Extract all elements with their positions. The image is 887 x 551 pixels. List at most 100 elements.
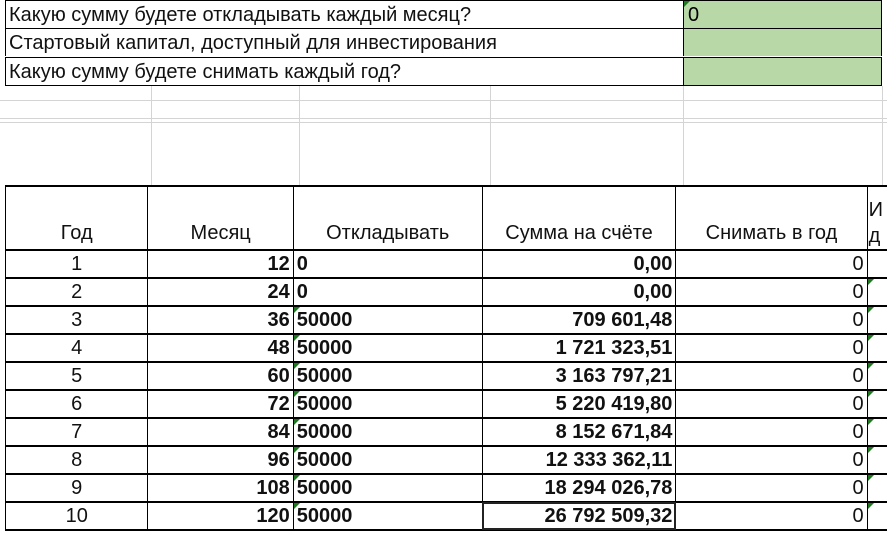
- withdraw-cell[interactable]: 0: [675, 445, 868, 475]
- yearly-withdrawal-cell[interactable]: [683, 57, 882, 86]
- year-cell[interactable]: 7: [4, 417, 149, 447]
- error-marker-icon: [294, 448, 300, 453]
- month-cell[interactable]: 96: [147, 445, 294, 475]
- header-year[interactable]: Год: [4, 185, 149, 251]
- table-row: 4 48 50000 1 721 323,51 0: [4, 333, 887, 363]
- save-cell[interactable]: 50000: [292, 417, 483, 447]
- table-row: 10 120 50000 26 792 509,32 0: [4, 501, 887, 531]
- next-cell[interactable]: [866, 333, 887, 363]
- balance-cell[interactable]: 0,00: [481, 277, 677, 307]
- monthly-savings-cell[interactable]: 0: [683, 0, 882, 28]
- gridline: [0, 118, 887, 119]
- month-cell[interactable]: 108: [147, 473, 294, 503]
- year-cell[interactable]: 9: [4, 473, 149, 503]
- header-withdraw[interactable]: Снимать в год: [675, 185, 868, 251]
- gridline: [0, 100, 887, 101]
- table-row: 3 36 50000 709 601,48 0: [4, 305, 887, 335]
- table-row: 5 60 50000 3 163 797,21 0: [4, 361, 887, 391]
- save-cell[interactable]: 0: [292, 249, 483, 279]
- table-row: 6 72 50000 5 220 419,80 0: [4, 389, 887, 419]
- error-marker-icon: [294, 420, 300, 425]
- save-cell[interactable]: 50000: [292, 473, 483, 503]
- gridline: [490, 86, 491, 186]
- year-cell[interactable]: 2: [4, 277, 149, 307]
- error-marker-icon: [684, 1, 690, 7]
- next-cell[interactable]: [866, 361, 887, 391]
- next-cell[interactable]: [866, 277, 887, 307]
- starting-capital-cell[interactable]: [683, 28, 882, 56]
- balance-cell[interactable]: 1 721 323,51: [481, 333, 677, 363]
- error-marker-icon: [868, 336, 874, 341]
- save-cell[interactable]: 0: [292, 277, 483, 307]
- month-cell[interactable]: 36: [147, 305, 294, 335]
- withdraw-cell[interactable]: 0: [675, 417, 868, 447]
- header-balance[interactable]: Сумма на счёте: [481, 185, 677, 251]
- balance-cell[interactable]: 3 163 797,21: [481, 361, 677, 391]
- error-marker-icon: [868, 364, 874, 369]
- balance-cell[interactable]: 8 152 671,84: [481, 417, 677, 447]
- next-cell[interactable]: [866, 501, 887, 531]
- withdraw-cell[interactable]: 0: [675, 389, 868, 419]
- year-cell[interactable]: 1: [4, 249, 149, 279]
- withdraw-cell[interactable]: 0: [675, 305, 868, 335]
- month-cell[interactable]: 72: [147, 389, 294, 419]
- header-row: Год Месяц Откладывать Сумма на счёте Сни…: [4, 185, 887, 251]
- withdraw-cell[interactable]: 0: [675, 361, 868, 391]
- save-cell[interactable]: 50000: [292, 305, 483, 335]
- year-cell[interactable]: 3: [4, 305, 149, 335]
- gridline: [0, 122, 887, 123]
- month-cell[interactable]: 24: [147, 277, 294, 307]
- question-starting-capital: Стартовый капитал, доступный для инвести…: [5, 28, 683, 56]
- gridline: [299, 86, 300, 186]
- next-cell[interactable]: [866, 445, 887, 475]
- error-marker-icon: [294, 308, 300, 313]
- question-yearly-withdrawal: Какую сумму будете снимать каждый год?: [5, 57, 683, 86]
- table-row: 7 84 50000 8 152 671,84 0: [4, 417, 887, 447]
- month-cell[interactable]: 84: [147, 417, 294, 447]
- header-next[interactable]: И д: [866, 185, 887, 251]
- error-marker-icon: [294, 504, 300, 509]
- withdraw-cell[interactable]: 0: [675, 501, 868, 531]
- save-cell[interactable]: 50000: [292, 333, 483, 363]
- withdraw-cell[interactable]: 0: [675, 333, 868, 363]
- save-cell[interactable]: 50000: [292, 501, 483, 531]
- next-cell[interactable]: [866, 305, 887, 335]
- balance-cell[interactable]: 26 792 509,32: [481, 501, 677, 531]
- next-cell[interactable]: [866, 417, 887, 447]
- error-marker-icon: [868, 280, 874, 285]
- year-cell[interactable]: 4: [4, 333, 149, 363]
- year-cell[interactable]: 5: [4, 361, 149, 391]
- monthly-savings-value: 0: [688, 4, 700, 26]
- balance-cell[interactable]: 12 333 362,11: [481, 445, 677, 475]
- save-cell[interactable]: 50000: [292, 389, 483, 419]
- withdraw-cell[interactable]: 0: [675, 277, 868, 307]
- year-cell[interactable]: 6: [4, 389, 149, 419]
- next-cell[interactable]: [866, 389, 887, 419]
- table-row: 2 24 0 0,00 0: [4, 277, 887, 307]
- withdraw-cell[interactable]: 0: [675, 473, 868, 503]
- balance-cell[interactable]: 5 220 419,80: [481, 389, 677, 419]
- balance-cell[interactable]: 0,00: [481, 249, 677, 279]
- header-save[interactable]: Откладывать: [292, 185, 483, 251]
- table-row: 8 96 50000 12 333 362,11 0: [4, 445, 887, 475]
- balance-cell[interactable]: 18 294 026,78: [481, 473, 677, 503]
- header-month[interactable]: Месяц: [147, 185, 294, 251]
- month-cell[interactable]: 60: [147, 361, 294, 391]
- month-cell[interactable]: 12: [147, 249, 294, 279]
- month-cell[interactable]: 120: [147, 501, 294, 531]
- save-cell[interactable]: 50000: [292, 361, 483, 391]
- next-cell[interactable]: [866, 473, 887, 503]
- year-cell[interactable]: 10: [4, 501, 149, 531]
- error-marker-icon: [294, 336, 300, 341]
- error-marker-icon: [294, 364, 300, 369]
- month-cell[interactable]: 48: [147, 333, 294, 363]
- balance-cell[interactable]: 709 601,48: [481, 305, 677, 335]
- error-marker-icon: [868, 476, 874, 481]
- year-cell[interactable]: 8: [4, 445, 149, 475]
- withdraw-cell[interactable]: 0: [675, 249, 868, 279]
- save-cell[interactable]: 50000: [292, 445, 483, 475]
- error-marker-icon: [868, 448, 874, 453]
- table-row: 9 108 50000 18 294 026,78 0: [4, 473, 887, 503]
- gridline: [882, 86, 883, 186]
- next-cell[interactable]: [866, 249, 887, 279]
